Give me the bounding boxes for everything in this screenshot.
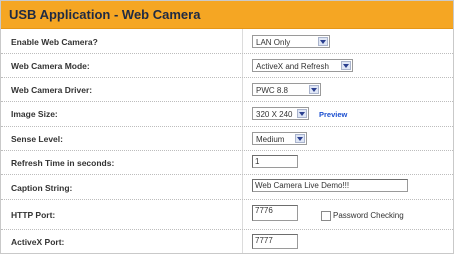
preview-link[interactable]: Preview xyxy=(319,110,347,119)
web-camera-mode-label: Web Camera Mode: xyxy=(11,61,90,71)
chevron-down-icon[interactable] xyxy=(341,61,351,70)
http-port-value: 7776 xyxy=(255,206,273,215)
caption-string-input[interactable]: Web Camera Live Demo!!! xyxy=(252,179,408,192)
activex-port-value: 7777 xyxy=(255,236,273,245)
web-camera-mode-value: ActiveX and Refresh xyxy=(256,62,329,71)
row-web-camera-driver: Web Camera Driver: PWC 8.8 xyxy=(1,77,453,102)
row-activex-port: ActiveX Port: 7777 xyxy=(1,229,453,253)
enable-web-camera-label: Enable Web Camera? xyxy=(11,37,98,47)
web-camera-driver-select[interactable]: PWC 8.8 xyxy=(252,83,321,96)
activex-port-label: ActiveX Port: xyxy=(11,237,65,247)
web-camera-driver-label: Web Camera Driver: xyxy=(11,85,93,95)
row-http-port: HTTP Port: 7776 Password Checking xyxy=(1,199,453,230)
web-camera-mode-select[interactable]: ActiveX and Refresh xyxy=(252,59,353,72)
http-port-label: HTTP Port: xyxy=(11,210,56,220)
row-sense-level: Sense Level: Medium xyxy=(1,126,453,151)
caption-string-value: Web Camera Live Demo!!! xyxy=(255,181,350,190)
image-size-label: Image Size: xyxy=(11,109,58,119)
row-refresh-time: Refresh Time in seconds: 1 xyxy=(1,150,453,175)
image-size-value: 320 X 240 xyxy=(256,110,293,119)
refresh-time-label: Refresh Time in seconds: xyxy=(11,158,115,168)
caption-string-label: Caption String: xyxy=(11,183,73,193)
row-web-camera-mode: Web Camera Mode: ActiveX and Refresh xyxy=(1,53,453,78)
refresh-time-value: 1 xyxy=(255,157,260,166)
sense-level-select[interactable]: Medium xyxy=(252,132,307,145)
chevron-down-icon[interactable] xyxy=(318,37,328,46)
row-image-size: Image Size: 320 X 240 Preview xyxy=(1,101,453,127)
sense-level-value: Medium xyxy=(256,135,285,144)
enable-web-camera-value: LAN Only xyxy=(256,38,291,47)
password-checking-checkbox[interactable] xyxy=(321,211,331,221)
web-camera-driver-value: PWC 8.8 xyxy=(256,86,289,95)
chevron-down-icon[interactable] xyxy=(309,85,319,94)
refresh-time-input[interactable]: 1 xyxy=(252,155,298,168)
web-camera-panel: USB Application - Web Camera Enable Web … xyxy=(0,0,454,254)
chevron-down-icon[interactable] xyxy=(295,134,305,143)
http-port-input[interactable]: 7776 xyxy=(252,205,298,221)
panel-header: USB Application - Web Camera xyxy=(1,1,453,29)
row-caption-string: Caption String: Web Camera Live Demo!!! xyxy=(1,174,453,200)
enable-web-camera-select[interactable]: LAN Only xyxy=(252,35,330,48)
row-enable-web-camera: Enable Web Camera? LAN Only xyxy=(1,29,453,54)
activex-port-input[interactable]: 7777 xyxy=(252,234,298,249)
password-checking-label[interactable]: Password Checking xyxy=(333,211,404,220)
chevron-down-icon[interactable] xyxy=(297,109,307,118)
image-size-select[interactable]: 320 X 240 xyxy=(252,107,309,120)
page-title: USB Application - Web Camera xyxy=(9,7,201,22)
sense-level-label: Sense Level: xyxy=(11,134,63,144)
